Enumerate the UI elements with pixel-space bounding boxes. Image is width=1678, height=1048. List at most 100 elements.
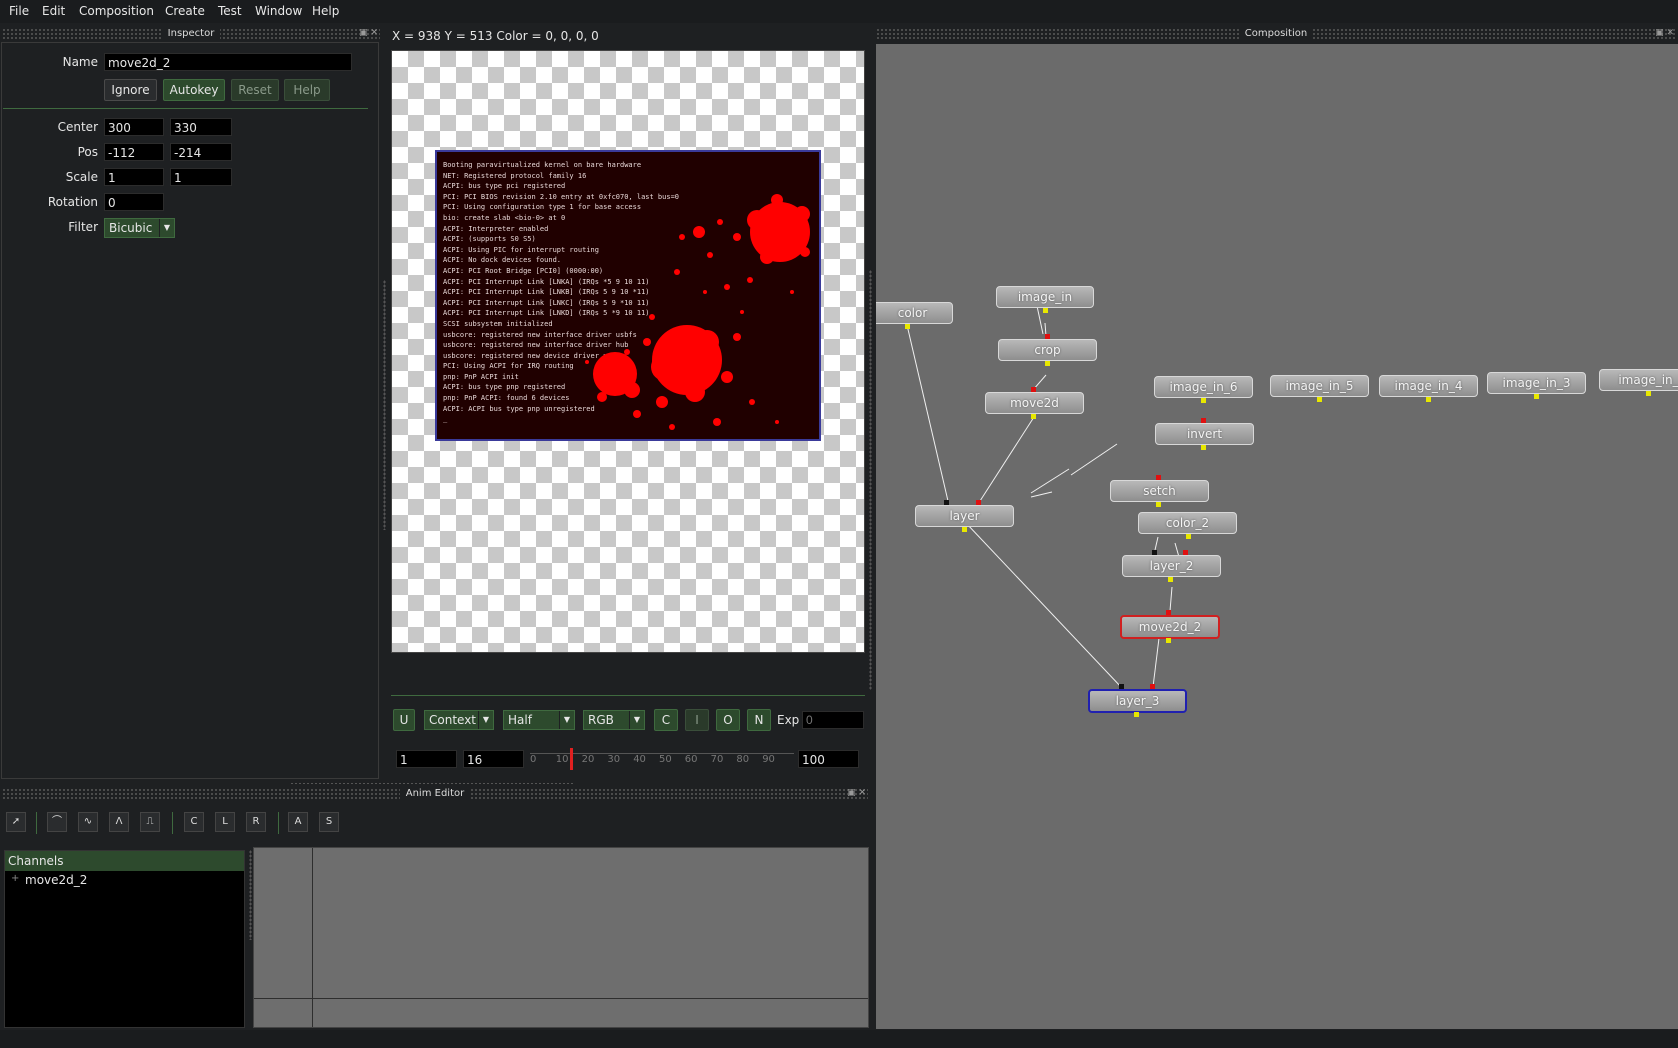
output-port[interactable] — [1201, 445, 1206, 450]
output-port[interactable] — [1031, 414, 1036, 419]
output-port[interactable] — [1646, 391, 1651, 396]
n-button[interactable]: N — [747, 709, 771, 731]
node-image-in-5[interactable]: image_in_5 — [1270, 375, 1369, 397]
node-layer-3[interactable]: layer_3 — [1088, 689, 1187, 713]
node-color[interactable]: color — [876, 302, 953, 324]
output-port[interactable] — [962, 527, 967, 532]
composition-splitter[interactable] — [869, 270, 872, 690]
curve-smooth-icon[interactable]: ∿ — [78, 812, 98, 832]
l-tool-button[interactable]: L — [215, 812, 235, 832]
node-color-2[interactable]: color_2 — [1138, 512, 1237, 534]
node-image-in-3[interactable]: image_in_3 — [1487, 372, 1586, 394]
output-port[interactable] — [1043, 308, 1048, 313]
filter-select[interactable]: Bicubic ▼ — [104, 218, 175, 238]
float-icon[interactable]: ▣ — [1655, 28, 1664, 38]
node-image-in[interactable]: image_in — [996, 286, 1094, 308]
node-graph[interactable]: color image_in crop move2d layer image_i… — [876, 44, 1678, 1029]
output-port[interactable] — [1168, 577, 1173, 582]
select-tool-icon[interactable]: ➚ — [6, 812, 26, 832]
input-port[interactable] — [1183, 550, 1188, 555]
vertical-splitter[interactable] — [383, 280, 386, 530]
center-y-field[interactable]: 330 — [170, 118, 232, 136]
timeline-current-field[interactable]: 16 — [463, 750, 524, 768]
float-icon[interactable]: ▣ — [359, 28, 368, 38]
u-button[interactable]: U — [393, 709, 415, 731]
output-port[interactable] — [1201, 398, 1206, 403]
r-tool-button[interactable]: R — [246, 812, 266, 832]
input-port[interactable] — [1152, 550, 1157, 555]
i-button[interactable]: I — [685, 709, 709, 731]
menu-test[interactable]: Test — [218, 4, 242, 18]
rotation-field[interactable]: 0 — [104, 193, 164, 211]
output-port[interactable] — [1426, 397, 1431, 402]
a-tool-button[interactable]: A — [288, 812, 308, 832]
channels-splitter[interactable] — [249, 850, 252, 940]
curve-graph[interactable] — [253, 847, 869, 1028]
menu-help[interactable]: Help — [312, 4, 339, 18]
input-port[interactable] — [1156, 475, 1161, 480]
help-button[interactable]: Help — [284, 79, 330, 101]
node-layer-2[interactable]: layer_2 — [1122, 555, 1221, 577]
menu-composition[interactable]: Composition — [79, 4, 154, 18]
timeline-slider[interactable]: 0 10 20 30 40 50 60 70 80 90 — [530, 748, 794, 772]
timeline-end-field[interactable]: 100 — [798, 750, 859, 768]
menu-file[interactable]: File — [9, 4, 29, 18]
ignore-button[interactable]: Ignore — [104, 79, 157, 101]
quality-select[interactable]: Half ▼ — [503, 710, 575, 730]
node-setch[interactable]: setch — [1110, 480, 1209, 502]
node-image-in-6[interactable]: image_in_6 — [1154, 376, 1253, 398]
pos-x-field[interactable]: -112 — [104, 143, 164, 161]
output-port[interactable] — [1166, 638, 1171, 643]
timeline-start-field[interactable]: 1 — [396, 750, 457, 768]
menu-window[interactable]: Window — [255, 4, 302, 18]
curve-step-icon[interactable]: ⎍ — [140, 812, 160, 832]
output-port[interactable] — [1156, 502, 1161, 507]
close-icon[interactable]: ✕ — [370, 28, 378, 38]
scale-x-field[interactable]: 1 — [104, 168, 164, 186]
channels-select[interactable]: RGB ▼ — [583, 710, 645, 730]
close-icon[interactable]: ✕ — [1666, 28, 1674, 38]
viewer-canvas[interactable]: Booting paravirtualized kernel on bare h… — [391, 50, 865, 653]
pos-y-field[interactable]: -214 — [170, 143, 232, 161]
input-port[interactable] — [1166, 610, 1171, 615]
node-crop[interactable]: crop — [998, 339, 1097, 361]
name-field[interactable]: move2d_2 — [104, 53, 352, 71]
context-select[interactable]: Context ▼ — [424, 710, 494, 730]
expand-icon[interactable]: + — [11, 873, 19, 884]
input-port[interactable] — [976, 500, 981, 505]
menu-edit[interactable]: Edit — [42, 4, 65, 18]
curve-ease-icon[interactable]: ⌒ — [47, 812, 67, 832]
input-port[interactable] — [1201, 418, 1206, 423]
node-move2d-2[interactable]: move2d_2 — [1120, 615, 1220, 639]
input-port[interactable] — [944, 500, 949, 505]
s-tool-button[interactable]: S — [319, 812, 339, 832]
node-layer[interactable]: layer — [915, 505, 1014, 527]
input-port[interactable] — [1150, 684, 1155, 689]
curve-linear-icon[interactable]: Λ — [109, 812, 129, 832]
scale-y-field[interactable]: 1 — [170, 168, 232, 186]
menu-create[interactable]: Create — [165, 4, 205, 18]
output-port[interactable] — [1186, 534, 1191, 539]
reset-button[interactable]: Reset — [231, 79, 279, 101]
center-x-field[interactable]: 300 — [104, 118, 164, 136]
node-image-in-4[interactable]: image_in_4 — [1379, 375, 1478, 397]
autokey-button[interactable]: Autokey — [163, 79, 225, 101]
input-port[interactable] — [1031, 387, 1036, 392]
float-icon[interactable]: ▣ — [847, 788, 856, 798]
c-button[interactable]: C — [654, 709, 678, 731]
output-port[interactable] — [1134, 712, 1139, 717]
node-invert[interactable]: invert — [1155, 423, 1254, 445]
output-port[interactable] — [905, 324, 910, 329]
output-port[interactable] — [1045, 361, 1050, 366]
node-image-in-x[interactable]: image_in_ — [1599, 369, 1678, 391]
o-button[interactable]: O — [716, 709, 740, 731]
output-port[interactable] — [1534, 394, 1539, 399]
playhead[interactable] — [570, 748, 573, 770]
input-port[interactable] — [1045, 334, 1050, 339]
close-icon[interactable]: ✕ — [858, 788, 866, 798]
input-port[interactable] — [1119, 684, 1124, 689]
output-port[interactable] — [1317, 397, 1322, 402]
channel-item[interactable]: move2d_2 — [25, 873, 87, 887]
horizontal-splitter[interactable] — [290, 782, 574, 785]
node-move2d[interactable]: move2d — [985, 392, 1084, 414]
